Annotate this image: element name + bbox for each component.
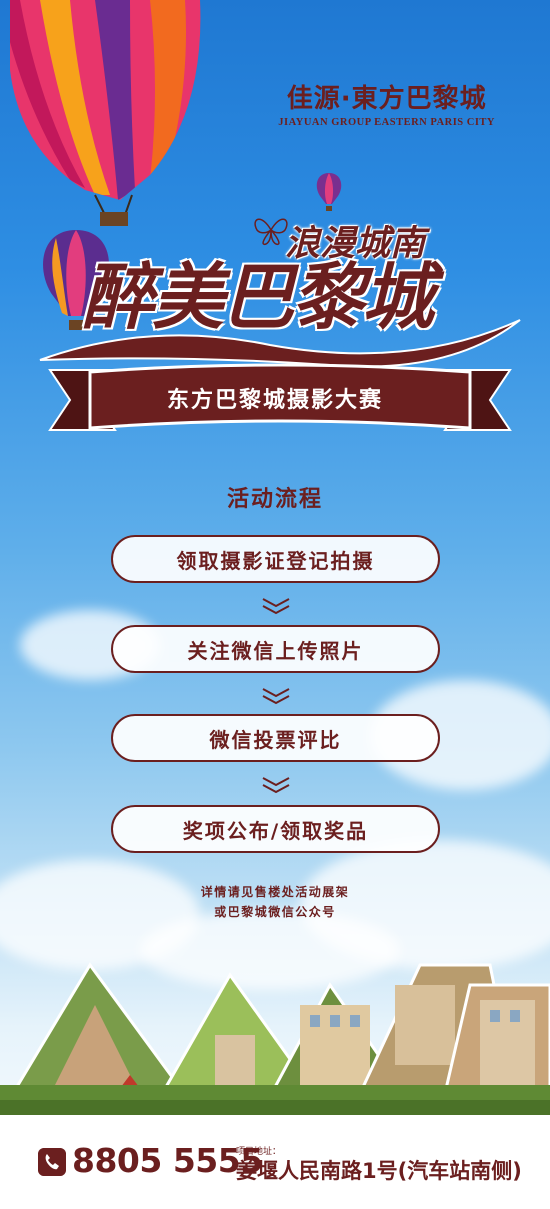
contest-banner-text: 东方巴黎城摄影大赛: [166, 388, 383, 413]
hot-air-balloon-icon: [316, 173, 342, 211]
details-note-line1: 详情请见售楼处活动展架: [200, 885, 350, 899]
phone-number: 8805 5555: [72, 1141, 263, 1180]
chevron-down-icon: [262, 777, 290, 794]
process-step-3: 微信投票评比: [111, 714, 440, 762]
chevron-down-icon: [262, 688, 290, 705]
poster: 佳源·東方巴黎城 JIAYUAN GROUP EASTERN PARIS CIT…: [0, 0, 550, 1209]
process-title: 活动流程: [226, 486, 323, 512]
brand-name-cn: 佳源·東方巴黎城: [286, 84, 487, 114]
photo-collage: [0, 962, 550, 1115]
hot-air-balloon-icon: [10, 0, 201, 226]
details-note-line2: 或巴黎城微信公众号: [214, 905, 336, 919]
details-note: 详情请见售楼处活动展架 或巴黎城微信公众号: [0, 882, 550, 922]
ribbon-banner: [39, 319, 521, 431]
phone-icon: [38, 1148, 66, 1176]
brand-logo: 佳源·東方巴黎城 JIAYUAN GROUP EASTERN PARIS CIT…: [278, 78, 495, 128]
process-step-1: 领取摄影证登记拍摄: [111, 535, 440, 583]
chevron-down-icon: [262, 598, 290, 615]
process-step-4: 奖项公布/领取奖品: [111, 805, 440, 853]
address: 姜堰人民南路1号(汽车站南侧): [236, 1159, 522, 1183]
process-step-2: 关注微信上传照片: [111, 625, 440, 673]
brand-name-en: JIAYUAN GROUP EASTERN PARIS CITY: [278, 117, 495, 128]
